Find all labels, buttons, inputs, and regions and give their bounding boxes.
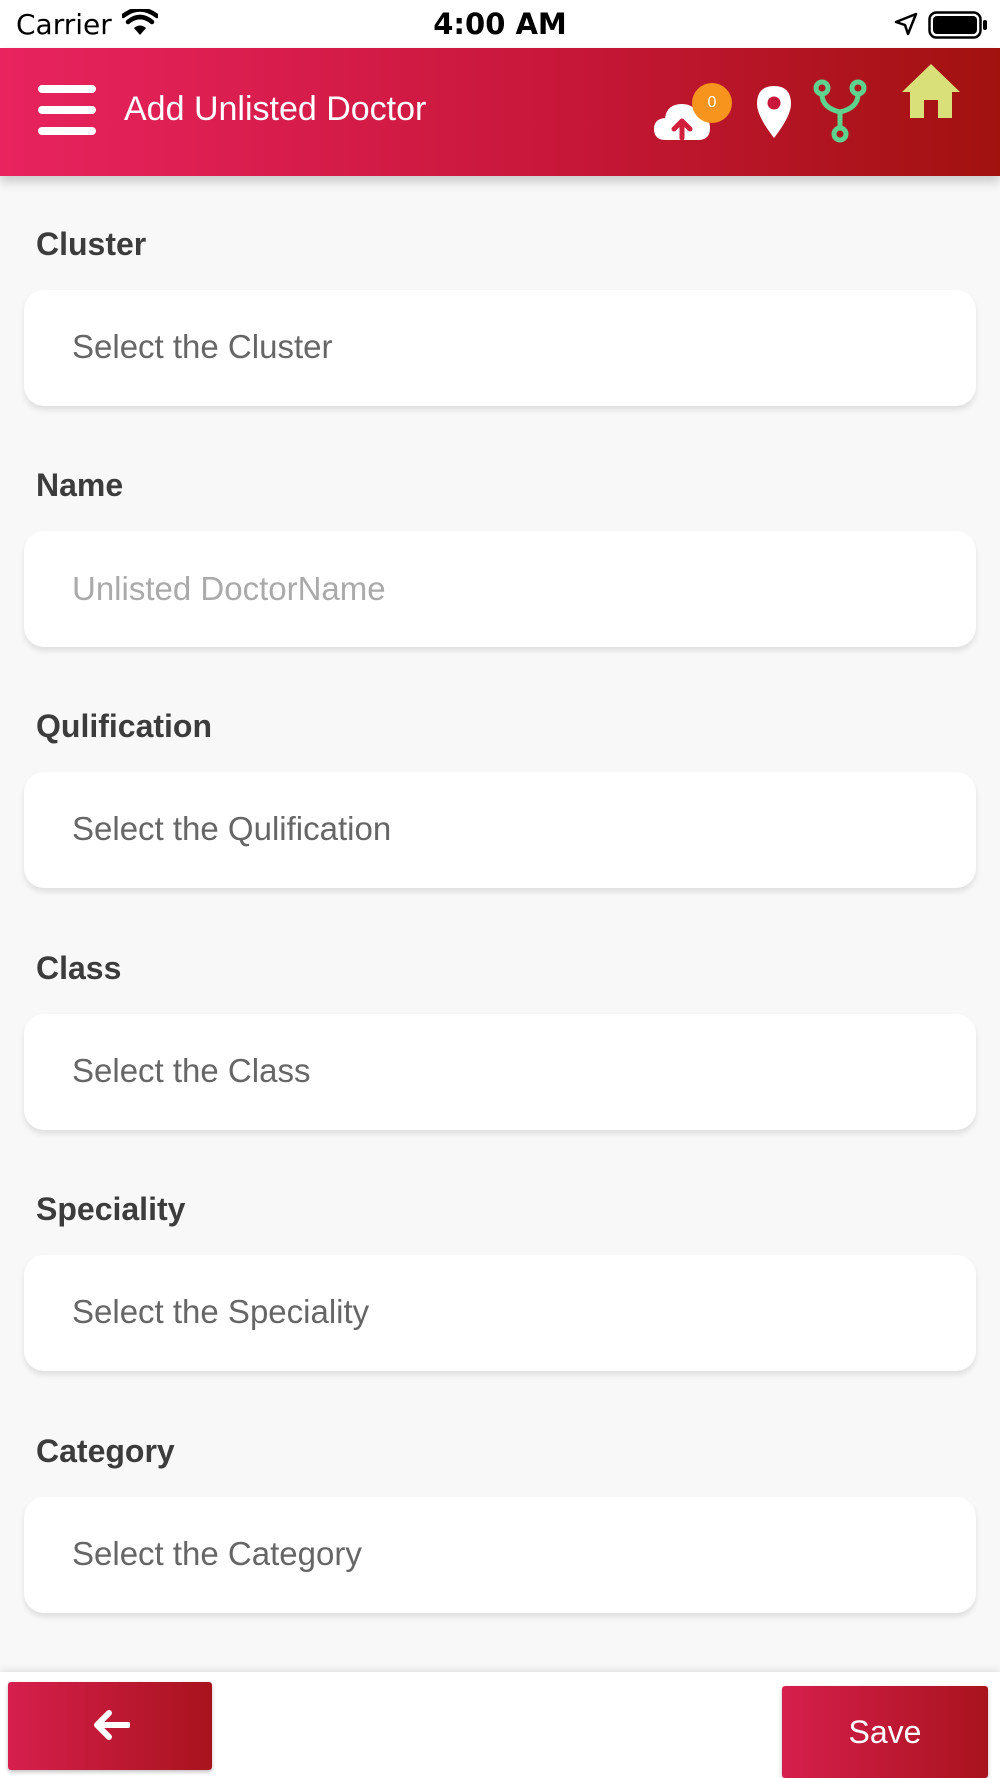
page-title: Add Unlisted Doctor <box>124 90 427 128</box>
name-field-container <box>24 531 976 647</box>
bottom-action-bar: Save <box>0 1672 1000 1778</box>
speciality-select-value: Select the Speciality <box>72 1293 370 1330</box>
category-label: Category <box>36 1433 175 1469</box>
class-label: Class <box>36 950 122 986</box>
clock: 4:00 AM <box>433 7 567 41</box>
category-select[interactable]: Select the Category <box>24 1497 976 1613</box>
menu-icon[interactable] <box>38 85 96 135</box>
home-icon[interactable] <box>900 62 962 124</box>
branch-icon[interactable] <box>812 78 868 148</box>
arrow-left-icon <box>94 1710 130 1740</box>
cluster-select[interactable]: Select the Cluster <box>24 290 976 406</box>
qualification-label: Qulification <box>36 708 212 744</box>
app-header: Add Unlisted Doctor 0 <box>0 48 1000 176</box>
category-select-value: Select the Category <box>72 1535 362 1572</box>
speciality-label: Speciality <box>36 1191 186 1227</box>
status-bar: Carrier 4:00 AM <box>0 0 1000 48</box>
back-button[interactable] <box>8 1682 212 1770</box>
cluster-label: Cluster <box>36 226 147 262</box>
class-select[interactable]: Select the Class <box>24 1014 976 1130</box>
save-button[interactable]: Save <box>782 1686 988 1778</box>
qualification-select-value: Select the Qulification <box>72 810 392 847</box>
doctor-name-input[interactable] <box>72 561 922 617</box>
qualification-select[interactable]: Select the Qulification <box>24 772 976 888</box>
location-pin-icon[interactable] <box>753 84 795 144</box>
class-select-value: Select the Class <box>72 1052 311 1089</box>
speciality-select[interactable]: Select the Speciality <box>24 1255 976 1371</box>
name-label: Name <box>36 467 124 503</box>
location-arrow-icon <box>894 12 918 40</box>
battery-icon <box>928 11 988 43</box>
cluster-select-value: Select the Cluster <box>72 328 333 365</box>
sync-count-badge: 0 <box>692 83 732 123</box>
